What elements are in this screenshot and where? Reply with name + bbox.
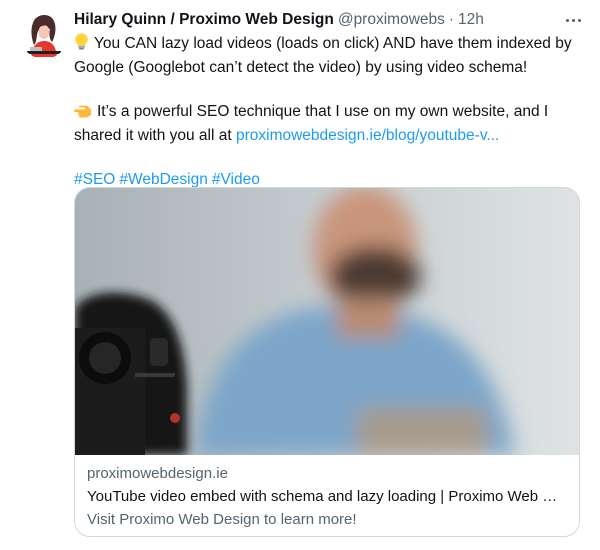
card-photo (75, 188, 579, 455)
lightbulb-emoji-icon (74, 33, 89, 57)
tweet-header: Hilary Quinn / Proximo Web Design @proxi… (74, 8, 584, 32)
tweet-line-1: You CAN lazy load videos (loads on click… (74, 35, 572, 76)
tweet[interactable]: Hilary Quinn / Proximo Web Design @proxi… (0, 0, 600, 550)
link-preview-card[interactable]: proximowebdesign.ie YouTube video embed … (74, 187, 580, 537)
hashtag-webdesign[interactable]: #WebDesign (119, 171, 207, 188)
hashtag-video[interactable]: #Video (212, 171, 260, 188)
avatar[interactable] (20, 11, 68, 59)
tweet-content: Hilary Quinn / Proximo Web Design @proxi… (74, 8, 584, 191)
hashtag-seo[interactable]: #SEO (74, 171, 115, 188)
timestamp[interactable]: 12h (458, 8, 484, 32)
pointing-hand-emoji-icon (74, 103, 92, 125)
card-image[interactable] (75, 188, 579, 455)
card-title[interactable]: YouTube video embed with schema and lazy… (87, 485, 567, 508)
author-name[interactable]: Hilary Quinn / Proximo Web Design (74, 8, 334, 32)
card-description: Visit Proximo Web Design to learn more! (87, 511, 357, 528)
tweet-text: You CAN lazy load videos (loads on click… (74, 33, 584, 191)
avatar-illustration (20, 11, 68, 59)
card-domain: proximowebdesign.ie (87, 465, 228, 482)
card-meta: proximowebdesign.ie YouTube video embed … (87, 462, 567, 531)
author-handle[interactable]: @proximowebs (338, 8, 445, 32)
tweet-paragraph-1: You CAN lazy load videos (loads on click… (74, 33, 584, 79)
separator-dot: · (448, 11, 455, 28)
tweet-paragraph-2: It’s a powerful SEO technique that I use… (74, 101, 584, 147)
blog-post-link[interactable]: proximowebdesign.ie/blog/youtube-v... (236, 127, 499, 144)
more-options-icon[interactable] (562, 10, 584, 30)
